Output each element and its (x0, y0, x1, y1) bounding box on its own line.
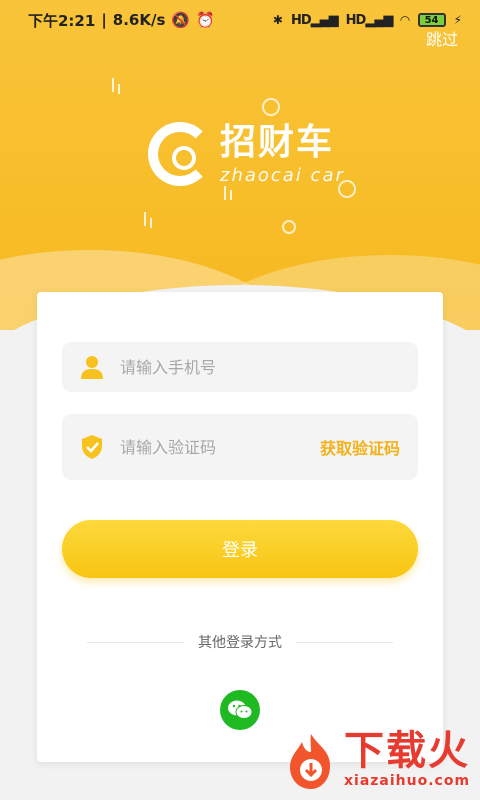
signal-icon: HD▂▄▆ (345, 12, 394, 28)
spark-decoration (118, 84, 120, 94)
login-card: 获取验证码 登录 其他登录方式 (37, 292, 443, 762)
watermark-cn: 下载火 (344, 728, 470, 774)
flame-logo-icon (284, 732, 338, 789)
shield-check-icon (80, 435, 104, 459)
hero-banner: 招财车 zhaocai car (0, 0, 480, 330)
watermark-en: xiazaihuo.com (344, 773, 471, 789)
brand-name-cn: 招财车 (220, 121, 335, 163)
battery-icon: 54 (417, 13, 446, 27)
charging-icon: ⚡ (453, 13, 462, 27)
phone-input[interactable] (120, 357, 400, 377)
other-login-divider: 其他登录方式 (87, 632, 393, 652)
user-icon (80, 355, 104, 379)
spark-decoration (112, 78, 114, 92)
signal-icon: HD▂▄▆ (290, 12, 339, 28)
wechat-login-button[interactable] (220, 690, 260, 730)
code-input[interactable] (120, 437, 320, 457)
status-speed: 8.6K/s (112, 11, 166, 29)
wechat-icon (228, 700, 253, 719)
brand-logo: 招财车 zhaocai car (148, 122, 345, 186)
bubble-decoration (282, 220, 296, 234)
status-bar: 下午2:21 | 8.6K/s 🔕 ⏰ ✱ HD▂▄▆ HD▂▄▆ ◠ 54 ⚡ (0, 0, 480, 40)
divider-line (87, 641, 184, 643)
spark-decoration (224, 186, 226, 200)
alarm-icon: ⏰ (196, 11, 215, 29)
get-code-button[interactable]: 获取验证码 (320, 435, 400, 459)
mute-bell-icon: 🔕 (171, 11, 191, 29)
wifi-icon: ◠ (400, 13, 410, 27)
phone-field[interactable] (62, 342, 418, 392)
status-divider: | (101, 11, 107, 29)
bubble-decoration (262, 98, 280, 116)
brand-name-en: zhaocai car (220, 164, 345, 186)
spark-decoration (144, 212, 146, 226)
bluetooth-icon: ✱ (272, 13, 283, 27)
skip-button[interactable]: 跳过 (426, 26, 458, 50)
divider-line (296, 641, 393, 643)
other-login-label: 其他登录方式 (198, 635, 282, 651)
spark-decoration (150, 218, 152, 228)
brand-logo-text: 招财车 zhaocai car (220, 121, 345, 186)
status-time: 下午2:21 (28, 11, 96, 30)
code-field[interactable]: 获取验证码 (62, 414, 418, 480)
watermark: 下载火 xiazaihuo.com (284, 722, 474, 796)
login-button[interactable]: 登录 (62, 520, 418, 578)
spark-decoration (230, 190, 232, 200)
brand-logo-icon (148, 122, 212, 186)
